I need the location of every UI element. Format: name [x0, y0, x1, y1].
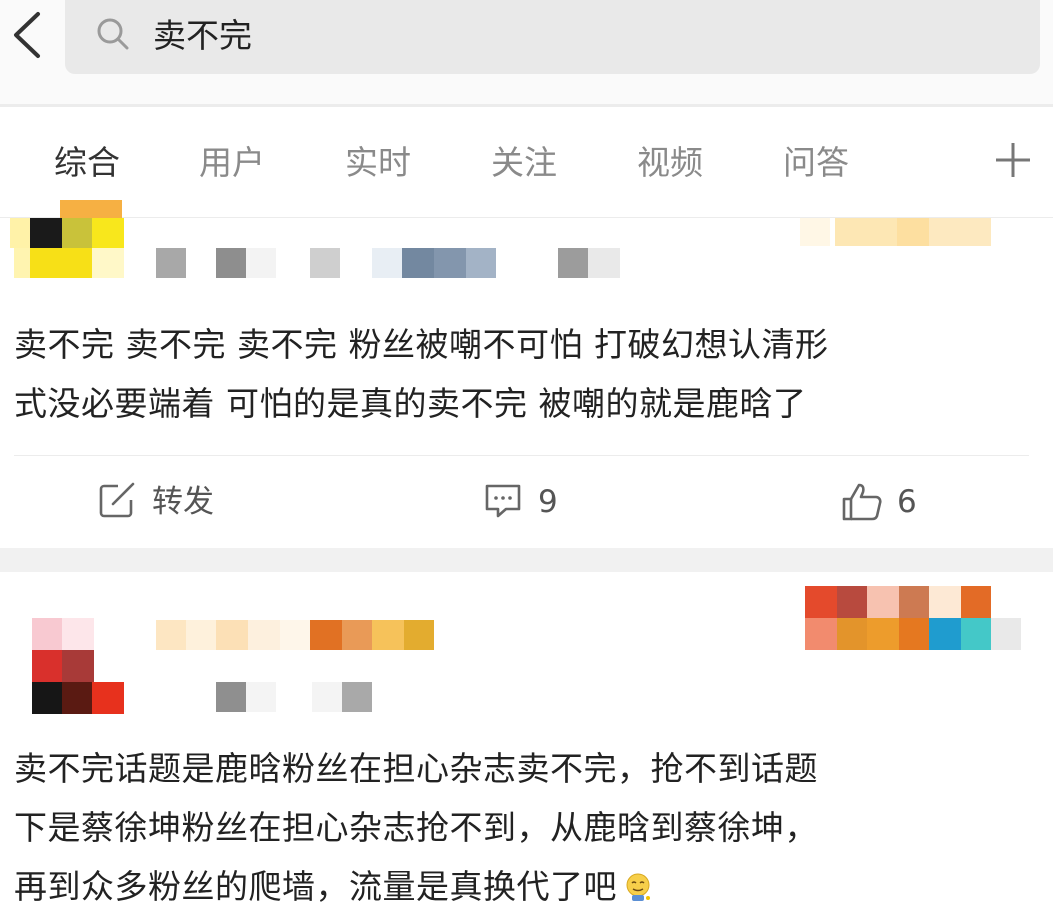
top-bar: 卖不完 — [0, 0, 1053, 104]
tab-following[interactable]: 关注 — [491, 141, 557, 185]
badge-mosaic — [800, 218, 1000, 248]
post-card[interactable]: 卖不完话题是鹿晗粉丝在担心杂志卖不完，抢不到话题 下是蔡徐坤粉丝在担心杂志抢不到… — [0, 572, 1053, 916]
avatar-mosaic[interactable] — [0, 618, 130, 714]
divider — [14, 455, 1029, 456]
post-text-line: 下是蔡徐坤粉丝在担心杂志抢不到，从鹿晗到蔡徐坤， — [14, 808, 818, 847]
post-text-segment: 再到众多粉丝的爬墙，流量是真换代了吧 — [14, 867, 617, 906]
chevron-left-icon[interactable] — [8, 10, 48, 60]
tab-bar: 综合 用户 实时 关注 视频 问答 — [0, 107, 1053, 218]
repost-button[interactable]: 转发 — [98, 474, 258, 530]
tab-users[interactable]: 用户 — [199, 141, 265, 185]
post-separator — [0, 548, 1053, 572]
post-text-line: 卖不完话题是鹿晗粉丝在担心杂志卖不完，抢不到话题 — [14, 749, 818, 788]
post-text-line: 再到众多粉丝的爬墙，流量是真换代了吧 — [14, 857, 818, 916]
comment-count: 9 — [538, 484, 558, 520]
tab-video[interactable]: 视频 — [637, 141, 703, 185]
comment-button[interactable]: 9 — [484, 474, 584, 530]
tab-qa[interactable]: 问答 — [783, 141, 849, 185]
meta-mosaic — [216, 682, 376, 714]
comment-icon — [485, 484, 521, 518]
share-edit-icon — [99, 482, 135, 518]
post-text-line: 式没必要端着 可怕的是真的卖不完 被嘲的就是鹿晗了 — [14, 384, 807, 423]
tab-comprehensive[interactable]: 综合 — [54, 141, 120, 185]
post-text: 卖不完 卖不完 卖不完 粉丝被嘲不可怕 打破幻想认清形 式没必要端着 可怕的是真… — [14, 315, 828, 433]
search-field[interactable]: 卖不完 — [65, 0, 1040, 74]
badge-mosaic — [805, 586, 1025, 652]
post-text-line: 卖不完 卖不完 卖不完 粉丝被嘲不可怕 打破幻想认清形 — [14, 325, 829, 364]
like-count: 6 — [897, 484, 917, 520]
post-text: 卖不完话题是鹿晗粉丝在担心杂志卖不完，抢不到话题 下是蔡徐坤粉丝在担心杂志抢不到… — [14, 739, 818, 916]
repost-label: 转发 — [152, 484, 214, 520]
tab-realtime[interactable]: 实时 — [345, 141, 411, 185]
plus-icon[interactable] — [994, 141, 1032, 179]
awkward-smile-emoji — [626, 873, 650, 901]
username-mosaic[interactable] — [150, 620, 470, 652]
avatar-mosaic[interactable] — [0, 200, 130, 288]
thumbs-up-icon — [842, 483, 882, 521]
post-card[interactable]: 卖不完 卖不完 卖不完 粉丝被嘲不可怕 打破幻想认清形 式没必要端着 可怕的是真… — [0, 200, 1053, 548]
search-query[interactable]: 卖不完 — [153, 14, 252, 58]
like-button[interactable]: 6 — [841, 474, 941, 530]
search-icon — [97, 18, 129, 50]
username-mosaic[interactable] — [150, 248, 630, 280]
